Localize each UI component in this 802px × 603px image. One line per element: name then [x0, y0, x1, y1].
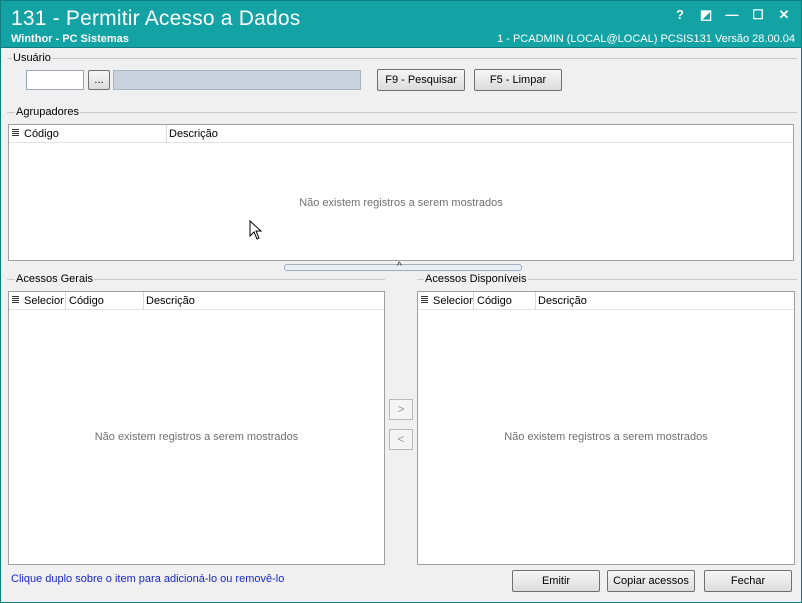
remove-access-button[interactable]: < — [389, 429, 413, 450]
search-button[interactable]: F9 - Pesquisar — [377, 69, 465, 91]
column-separator[interactable] — [535, 292, 536, 310]
clear-button[interactable]: F5 - Limpar — [474, 69, 562, 91]
acessos-gerais-col-codigo[interactable]: Código — [69, 295, 104, 307]
agrupadores-col-descricao[interactable]: Descrição — [169, 128, 218, 140]
acessos-disponiveis-grid[interactable]: Selecion Código Descrição Não existem re… — [417, 291, 795, 565]
window-title: 131 - Permitir Acesso a Dados — [11, 7, 301, 30]
column-chooser-icon[interactable] — [421, 296, 428, 305]
usuario-group-line — [7, 58, 797, 59]
help-icon[interactable]: ? — [673, 7, 687, 23]
column-separator[interactable] — [65, 292, 66, 310]
column-separator[interactable] — [473, 292, 474, 310]
chevron-up-icon: ^ — [397, 261, 402, 272]
add-access-button[interactable]: > — [389, 399, 413, 420]
usuario-code-input[interactable] — [26, 70, 84, 90]
acessos-disponiveis-empty-message: Não existem registros a serem mostrados — [504, 431, 708, 443]
emitir-button[interactable]: Emitir — [512, 570, 600, 592]
acessos-gerais-grid-header: Seleciona Código Descrição — [9, 292, 384, 310]
acessos-disponiveis-grid-header: Selecion Código Descrição — [418, 292, 794, 310]
acessos-gerais-col-descricao[interactable]: Descrição — [146, 295, 195, 307]
minimize-icon[interactable]: — — [725, 7, 739, 23]
agrupadores-group-line — [7, 112, 797, 113]
window-controls: ? ◩ — ☐ ✕ — [673, 7, 791, 23]
window-subtitle: Winthor - PC Sistemas — [11, 33, 129, 45]
agrupadores-grid-header: Código Descrição — [9, 125, 793, 143]
mouse-cursor-icon — [249, 220, 263, 240]
acessos-gerais-label: Acessos Gerais — [15, 273, 95, 285]
acessos-disponiveis-col-seleciona[interactable]: Selecion — [433, 295, 473, 307]
close-icon[interactable]: ✕ — [777, 7, 791, 23]
acessos-disponiveis-label: Acessos Disponíveis — [424, 273, 528, 285]
acessos-gerais-col-seleciona[interactable]: Seleciona — [24, 295, 64, 307]
agrupadores-grid[interactable]: Código Descrição Não existem registros a… — [8, 124, 794, 261]
acessos-disponiveis-col-codigo[interactable]: Código — [477, 295, 512, 307]
hint-text: Clique duplo sobre o item para adicioná-… — [11, 573, 285, 585]
acessos-disponiveis-col-descricao[interactable]: Descrição — [538, 295, 587, 307]
column-chooser-icon[interactable] — [12, 129, 19, 138]
title-separator — [1, 47, 801, 48]
agrupadores-label: Agrupadores — [15, 106, 80, 118]
acessos-gerais-empty-message: Não existem registros a serem mostrados — [94, 431, 299, 443]
usuario-label: Usuário — [12, 52, 52, 64]
user-info: 1 - PCADMIN (LOCAL@LOCAL) PCSIS131 Versã… — [497, 33, 795, 45]
copiar-acessos-button[interactable]: Copiar acessos — [607, 570, 695, 592]
column-chooser-icon[interactable] — [12, 296, 19, 305]
splitter-handle[interactable]: ^ — [284, 261, 522, 272]
usuario-name-field — [113, 70, 361, 90]
maximize-icon[interactable]: ☐ — [751, 7, 765, 23]
main-window: 131 - Permitir Acesso a Dados Winthor - … — [0, 0, 802, 603]
column-separator[interactable] — [166, 125, 167, 143]
title-bar: 131 - Permitir Acesso a Dados Winthor - … — [1, 1, 801, 47]
agrupadores-col-codigo[interactable]: Código — [24, 128, 59, 140]
acessos-gerais-grid[interactable]: Seleciona Código Descrição Não existem r… — [8, 291, 385, 565]
column-separator[interactable] — [143, 292, 144, 310]
fechar-button[interactable]: Fechar — [704, 570, 792, 592]
restore-icon[interactable]: ◩ — [699, 7, 713, 23]
usuario-lookup-button[interactable]: ... — [88, 70, 110, 90]
agrupadores-empty-message: Não existem registros a serem mostrados — [299, 197, 503, 209]
